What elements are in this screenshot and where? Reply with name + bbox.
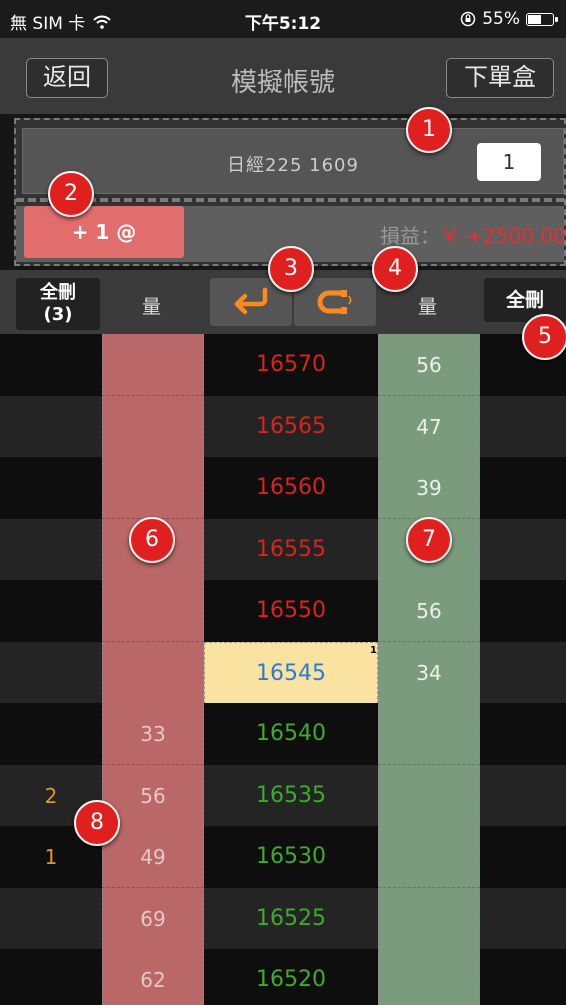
- buy-qty-cell[interactable]: [102, 334, 204, 396]
- price-cell[interactable]: 16525: [204, 888, 378, 950]
- ladder-row: 16555: [0, 518, 566, 581]
- working-order-cell[interactable]: [0, 457, 102, 519]
- divider: [16, 198, 564, 202]
- sell-qty-cell[interactable]: 39: [378, 457, 480, 519]
- sell-working-order-cell[interactable]: [480, 519, 566, 581]
- buy-qty-cell[interactable]: 49: [102, 826, 204, 888]
- price-cell[interactable]: 16555: [204, 519, 378, 581]
- sell-working-order-cell[interactable]: [480, 949, 566, 1005]
- working-order-cell[interactable]: [0, 580, 102, 642]
- callout-6: 6: [129, 517, 175, 563]
- sell-qty-cell[interactable]: [378, 949, 480, 1005]
- working-order-cell[interactable]: [0, 334, 102, 396]
- sell-working-order-cell[interactable]: [480, 457, 566, 519]
- sell-qty-cell[interactable]: 56: [378, 580, 480, 642]
- working-order-cell[interactable]: [0, 703, 102, 765]
- status-bar: 無 SIM 卡 下午5:12 55%: [0, 0, 566, 38]
- ladder-row: 16550 56: [0, 580, 566, 642]
- working-order-cell[interactable]: [0, 519, 102, 581]
- working-order-cell[interactable]: [0, 396, 102, 458]
- delete-all-buy-button[interactable]: 全刪 (3): [16, 278, 100, 330]
- price-cell[interactable]: 16530: [204, 826, 378, 888]
- product-row[interactable]: 日經225 1609 1: [22, 128, 564, 194]
- price-cell[interactable]: 16565: [204, 396, 378, 458]
- delete-all-count: (3): [43, 304, 73, 325]
- callout-1: 1: [406, 107, 452, 153]
- quantity-input[interactable]: 1: [477, 143, 541, 181]
- pnl-display: 損益：￥ +2500.00: [380, 220, 566, 249]
- buy-qty-cell[interactable]: [102, 641, 204, 704]
- buy-qty-cell[interactable]: 69: [102, 887, 204, 950]
- buy-qty-cell[interactable]: [102, 580, 204, 642]
- working-order-cell[interactable]: [0, 949, 102, 1005]
- order-info-zone: 日經225 1609 1 + 1 @ 16540.0 損益：￥ +2500.00: [14, 118, 566, 296]
- sell-qty-header: 量: [418, 296, 438, 318]
- ladder-row: 33 16540: [0, 703, 566, 765]
- position-badge[interactable]: + 1 @ 16540.0: [24, 206, 184, 296]
- sell-working-order-cell[interactable]: [480, 580, 566, 642]
- price-cell[interactable]: 16540: [204, 703, 378, 765]
- callout-3: 3: [268, 246, 314, 292]
- callout-5: 5: [522, 314, 566, 360]
- ladder-row: 16565 47: [0, 395, 566, 458]
- sell-qty-cell[interactable]: 56: [378, 334, 480, 396]
- ladder-row: 16560 39: [0, 457, 566, 519]
- sell-qty-cell[interactable]: [378, 887, 480, 950]
- battery-percent: 55%: [482, 9, 520, 29]
- sell-qty-cell[interactable]: [378, 826, 480, 888]
- nav-bar: 返回 模擬帳號 下單盒: [0, 38, 566, 114]
- ladder-row: 62 16520: [0, 949, 566, 1005]
- delete-all-label: 全刪: [40, 282, 76, 303]
- price-cell[interactable]: 16545: [204, 641, 378, 704]
- price-cell[interactable]: 16520: [204, 949, 378, 1005]
- working-order-cell[interactable]: [0, 888, 102, 950]
- callout-7: 7: [406, 517, 452, 563]
- sell-qty-cell[interactable]: 47: [378, 395, 480, 458]
- orientation-lock-icon: [460, 11, 476, 27]
- price-cell[interactable]: 16570: [204, 334, 378, 396]
- ladder-row: 16570 56: [0, 334, 566, 396]
- sell-working-order-cell[interactable]: [480, 826, 566, 888]
- battery-icon: [526, 12, 558, 26]
- ladder-row: 69 16525: [0, 887, 566, 950]
- price-cell[interactable]: 16560: [204, 457, 378, 519]
- buy-qty-cell[interactable]: [102, 395, 204, 458]
- sell-working-order-cell[interactable]: [480, 396, 566, 458]
- sell-qty-cell[interactable]: [378, 703, 480, 765]
- sell-working-order-cell[interactable]: [480, 703, 566, 765]
- magnet-icon: [317, 290, 352, 314]
- pnl-value: ￥ +2500.00: [440, 224, 566, 248]
- last-trade-marker: 1: [370, 644, 377, 656]
- buy-qty-cell[interactable]: 62: [102, 949, 204, 1005]
- sell-working-order-cell[interactable]: [480, 888, 566, 950]
- working-order-cell[interactable]: [0, 642, 102, 704]
- sell-working-order-cell[interactable]: [480, 642, 566, 704]
- callout-8: 8: [74, 800, 120, 846]
- sell-qty-cell[interactable]: 34: [378, 641, 480, 704]
- buy-qty-cell[interactable]: [102, 457, 204, 519]
- sell-working-order-cell[interactable]: [480, 765, 566, 827]
- buy-qty-cell[interactable]: 33: [102, 703, 204, 765]
- callout-2: 2: [48, 171, 94, 217]
- battery-group: 55%: [460, 9, 558, 29]
- order-box-button[interactable]: 下單盒: [446, 58, 554, 98]
- price-cell[interactable]: 16535: [204, 765, 378, 827]
- sell-qty-cell[interactable]: [378, 764, 480, 827]
- pnl-label: 損益：: [380, 224, 440, 248]
- buy-qty-header: 量: [142, 296, 162, 318]
- callout-4: 4: [372, 246, 418, 292]
- return-arrow-icon: [234, 287, 268, 315]
- ladder-row: 16545 1 34: [0, 641, 566, 704]
- price-cell[interactable]: 16550: [204, 580, 378, 642]
